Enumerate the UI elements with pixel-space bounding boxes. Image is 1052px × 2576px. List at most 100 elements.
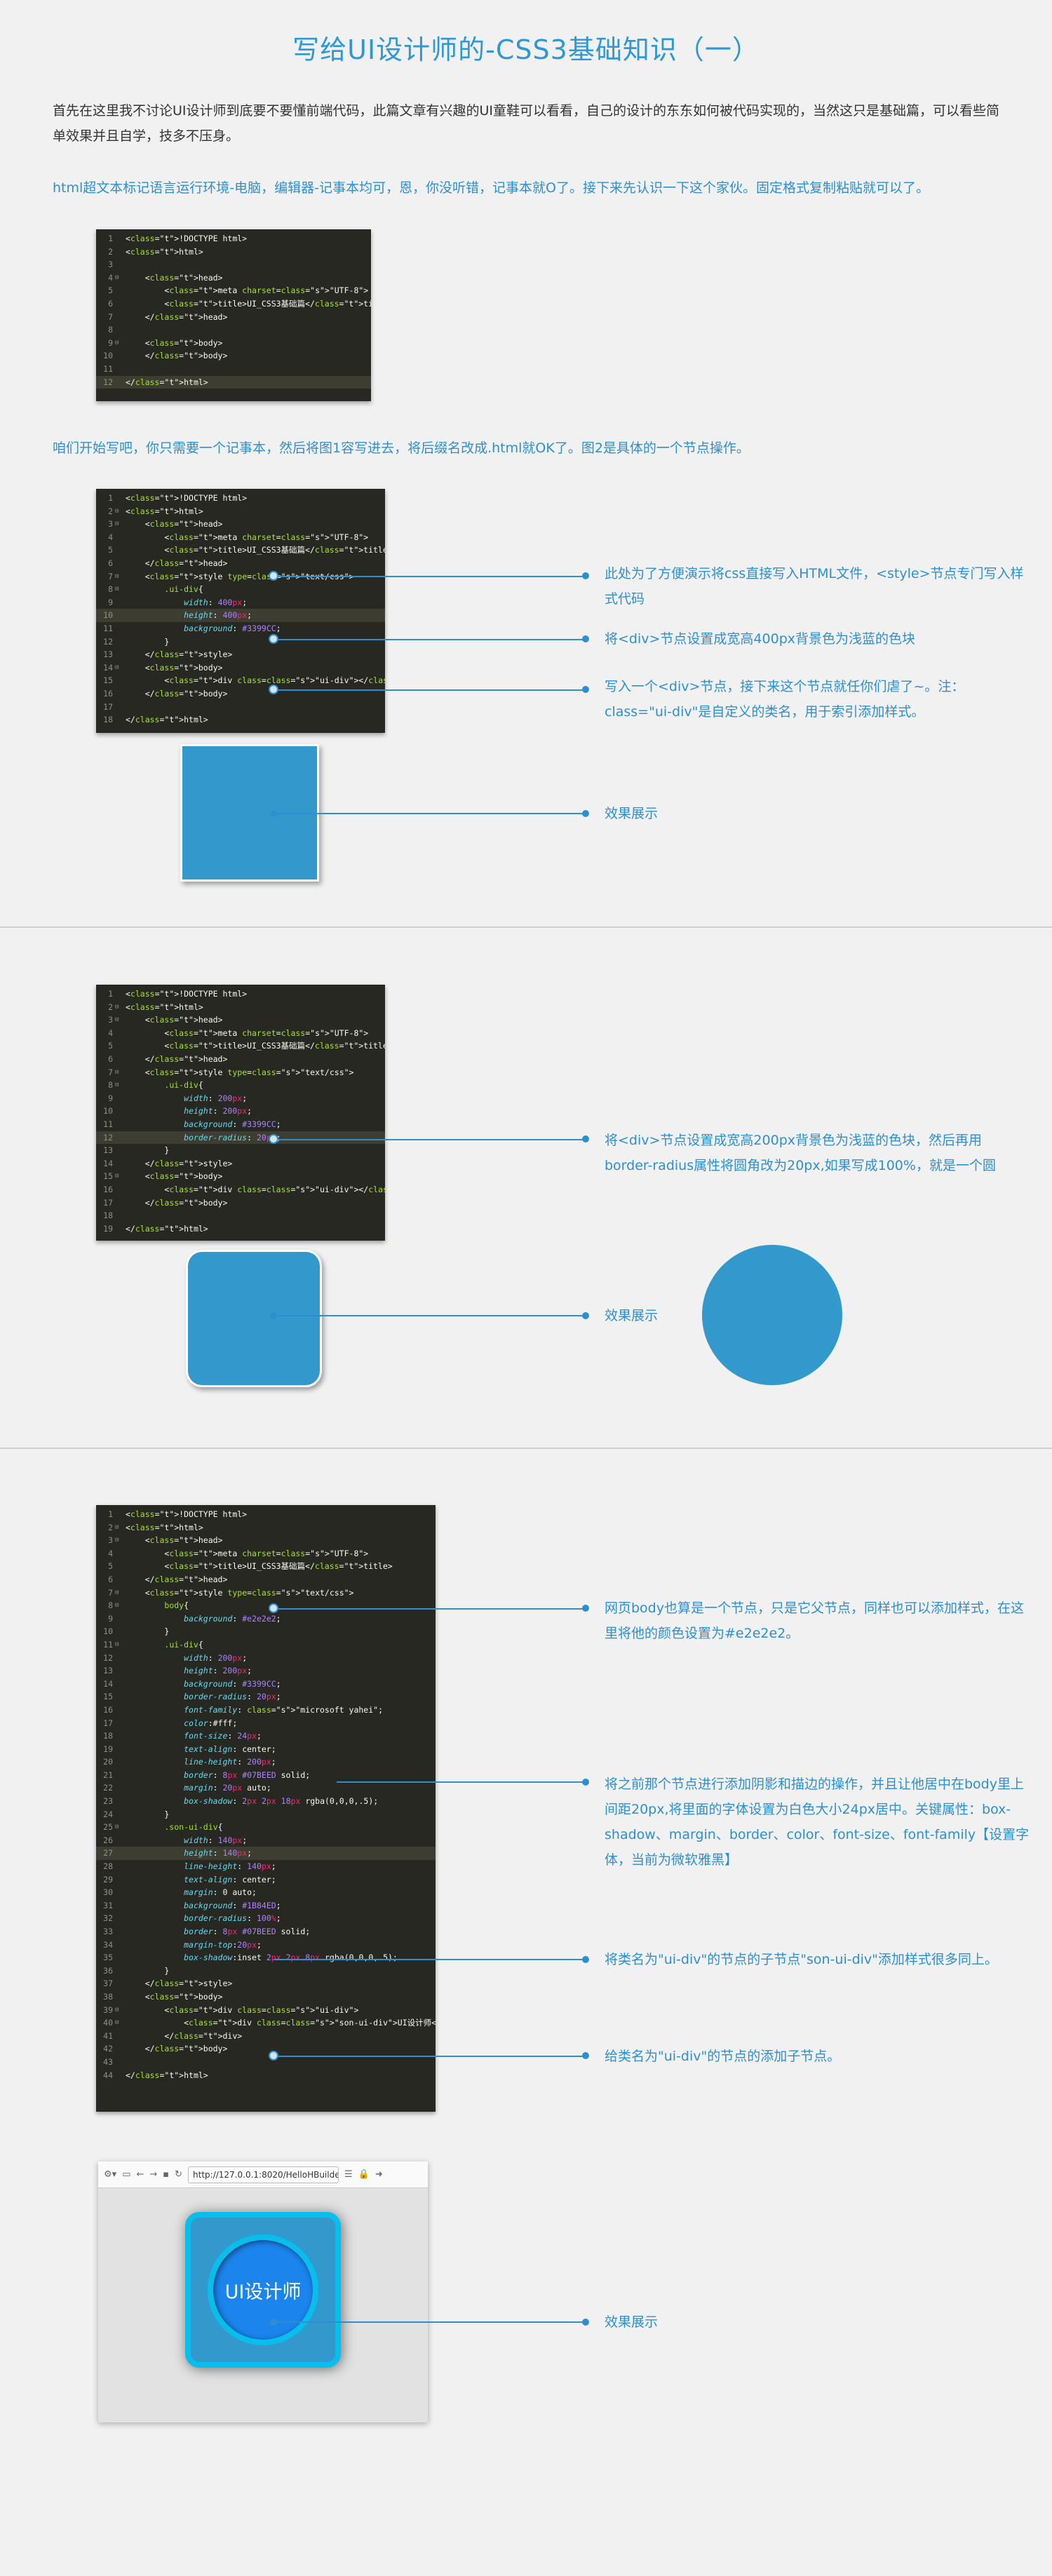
code-line: 12 </class="t">html> bbox=[96, 375, 371, 389]
callout-dot bbox=[269, 2051, 278, 2061]
code-line: 29 text-align: center; bbox=[103, 1874, 276, 1884]
code-block-2: 1 <class="t">!DOCTYPE html> 2 ⊟ <class="t">h… bbox=[96, 489, 385, 733]
refresh-icon[interactable]: ↻ bbox=[175, 2169, 182, 2180]
callout-dot bbox=[269, 1134, 278, 1144]
code-line: 16 font-family: class="s">"microsoft yah… bbox=[103, 1704, 383, 1715]
intro-paragraph-start: 咱们开始写吧，你只需要一个记事本，然后将图1容写进去，将后缀名改成.html就O… bbox=[53, 440, 750, 456]
code-line: 26 width: 140px; bbox=[103, 1835, 248, 1845]
code-line: 8 ⊟ body{ bbox=[108, 1600, 189, 1611]
code-line: 5 <class="t">title>UI_CSS3基础篇</class="t"… bbox=[108, 1041, 385, 1051]
code-line: 10 height: 200px; bbox=[103, 1106, 252, 1117]
code-line: 10 </class="t">body> bbox=[103, 351, 228, 361]
code-line: 11 ⊟ .ui-div{ bbox=[103, 1639, 203, 1650]
callout-dot bbox=[270, 2319, 277, 2326]
callout-dot bbox=[582, 635, 589, 642]
callout-dot bbox=[269, 685, 278, 694]
code-line: 37 </class="t">style> bbox=[103, 1978, 233, 1989]
code-line: 38 <class="t">body> bbox=[103, 1991, 223, 2002]
menu-icon[interactable]: ☰ bbox=[344, 2169, 353, 2180]
code-line: 6 </class="t">head> bbox=[108, 1574, 228, 1584]
note-add-child: 给类名为"ui-div"的节点的添加子节点。 bbox=[605, 2049, 841, 2064]
code-line: 23 box-shadow: 2px 2px 18px rgba(0,0,0,.… bbox=[103, 1796, 379, 1807]
code-line: 8 bbox=[108, 325, 113, 335]
code-line: 16 <class="t">div class=class="s">"ui-di… bbox=[103, 1184, 385, 1194]
forward-icon[interactable]: → bbox=[149, 2169, 157, 2180]
back-icon[interactable]: ← bbox=[136, 2169, 144, 2180]
code-line: 19 text-align: center; bbox=[103, 1744, 276, 1754]
go-icon[interactable]: ➜ bbox=[375, 2169, 383, 2180]
code-line: 20 line-height: 200px; bbox=[103, 1757, 276, 1767]
address-bar[interactable]: http://127.0.0.1:8020/HelloHBuilder bbox=[188, 2166, 339, 2183]
code-line: 12 } bbox=[103, 636, 170, 647]
code-line: 21 border: 8px #07BEED solid; bbox=[103, 1769, 311, 1780]
callout-dot bbox=[269, 1603, 278, 1613]
code-block-3: 1 <class="t">!DOCTYPE html> 2 ⊟ <class="t">h… bbox=[96, 985, 385, 1241]
note-demo-1: 效果展示 bbox=[605, 806, 659, 821]
note-style-node: 此处为了方便演示将css直接写入HTML文件，<style>节点专门写入样式代码 bbox=[605, 566, 1024, 607]
callout-dot bbox=[269, 634, 278, 644]
demo-rounded-square bbox=[188, 1252, 320, 1385]
callout-dot bbox=[582, 2052, 589, 2059]
code-line: 9 background: #e2e2e2; bbox=[108, 1613, 281, 1624]
code-line: 4 <class="t">meta charset=class="s">"UTF… bbox=[108, 1027, 369, 1038]
code-line: 15 ⊟ <class="t">body> bbox=[103, 1171, 223, 1182]
callout-line bbox=[277, 2321, 586, 2323]
callout-line bbox=[337, 1781, 586, 1783]
code-line: 17 bbox=[103, 701, 113, 712]
callout-dot bbox=[582, 1312, 589, 1319]
window-icon[interactable]: ▭ bbox=[122, 2169, 130, 2180]
son-ui-div-demo: UI设计师 bbox=[208, 2234, 318, 2345]
demo-blue-circle bbox=[702, 1245, 842, 1385]
note-shadow-border: 将之前那个节点进行添加阴影和描边的操作，并且让他居中在body里上间距20px,… bbox=[605, 1776, 1030, 1868]
callout-dot bbox=[582, 572, 589, 579]
code-line: 10 } bbox=[103, 1626, 170, 1637]
intro-paragraph-env: html超文本标记语言运行环境-电脑，编辑器-记事本均可，恩，你没听错，记事本就… bbox=[53, 180, 929, 196]
code-line: 24 } bbox=[103, 1809, 170, 1819]
callout-dot bbox=[582, 1135, 589, 1142]
callout-line bbox=[278, 1139, 586, 1140]
code-line: 3 ⊟ <class="t">head> bbox=[108, 519, 223, 530]
code-line: 13 height: 200px; bbox=[103, 1666, 252, 1676]
code-line: 13 } bbox=[103, 1145, 170, 1156]
code-block-1: 1 <class="t">!DOCTYPE html> 2 <class="t">ht… bbox=[96, 229, 371, 401]
note-body-style: 网页body也算是一个节点，只是它父节点，同样也可以添加样式，在这里将他的颜色设… bbox=[605, 1600, 1024, 1641]
code-line: 2 <class="t">html> bbox=[108, 246, 203, 257]
code-line: 15 <class="t">div class=class="s">"ui-di… bbox=[103, 675, 385, 686]
code-line: 4 <class="t">meta charset=class="s">"UTF… bbox=[108, 1548, 369, 1558]
code-line: 7 </class="t">head> bbox=[108, 311, 228, 322]
code-line: 4 ⊟ <class="t">head> bbox=[108, 272, 223, 283]
code-line: 17 </class="t">body> bbox=[103, 1197, 228, 1208]
intro-paragraph: 首先在这里我不讨论UI设计师到底要不要懂前端代码，此篇文章有兴趣的UI童鞋可以看… bbox=[53, 103, 1000, 144]
callout-line bbox=[277, 1315, 586, 1316]
code-line: 32 border-radius: 100%; bbox=[103, 1913, 281, 1924]
code-block-4: 1 <class="t">!DOCTYPE html> 2 ⊟ <class="t">h… bbox=[96, 1505, 436, 2112]
browser-toolbar: ⚙▾ ▭ ← → ▪ ↻ http://127.0.0.1:8020/Hello… bbox=[98, 2162, 428, 2188]
code-line: 40 ⊟ <class="t">div class=class="s">"son-… bbox=[103, 2018, 436, 2028]
code-line: 2 ⊟ <class="t">html> bbox=[108, 1522, 203, 1532]
callout-line bbox=[278, 639, 586, 640]
callout-dot bbox=[270, 1312, 277, 1319]
callout-line bbox=[277, 813, 586, 814]
code-line: 9 width: 200px; bbox=[108, 1093, 248, 1103]
lock-icon: 🔒 bbox=[358, 2169, 370, 2180]
section-divider bbox=[0, 926, 1052, 928]
settings-icon[interactable]: ⚙▾ bbox=[104, 2169, 116, 2180]
code-line: 33 border: 8px #07BEED solid; bbox=[103, 1927, 311, 1936]
stop-icon[interactable]: ▪ bbox=[163, 2169, 169, 2180]
note-son-div-style: 将类名为"ui-div"的节点的子节点"son-ui-div"添加样式很多同上。 bbox=[605, 1952, 998, 1967]
code-line: 19 </class="t">html> bbox=[103, 1223, 208, 1234]
callout-dot bbox=[582, 1956, 589, 1963]
code-line: 18 </class="t">html> bbox=[103, 715, 208, 725]
code-line: 10 height: 400px; bbox=[96, 609, 385, 622]
page-title: 写给UI设计师的-CSS3基础知识（一） bbox=[292, 34, 760, 65]
code-line: 35 box-shadow:inset 2px 2px 8px rgba(0,0… bbox=[103, 1953, 398, 1963]
code-line: 5 <class="t">title>UI_CSS3基础篇</class="t"… bbox=[108, 1561, 393, 1572]
code-line: 13 </class="t">style> bbox=[103, 649, 233, 660]
code-line: 5 <class="t">meta charset=class="s">"UTF… bbox=[108, 285, 369, 296]
callout-dot bbox=[582, 810, 589, 817]
code-line: 14 ⊟ <class="t">body> bbox=[103, 662, 223, 673]
code-line: 9 width: 400px; bbox=[108, 597, 248, 607]
code-line: 7 ⊟ <class="t">style type=class="s">"text… bbox=[108, 1587, 354, 1598]
code-line: 11 background: #3399CC; bbox=[103, 623, 281, 633]
code-line: 3 bbox=[108, 259, 113, 270]
